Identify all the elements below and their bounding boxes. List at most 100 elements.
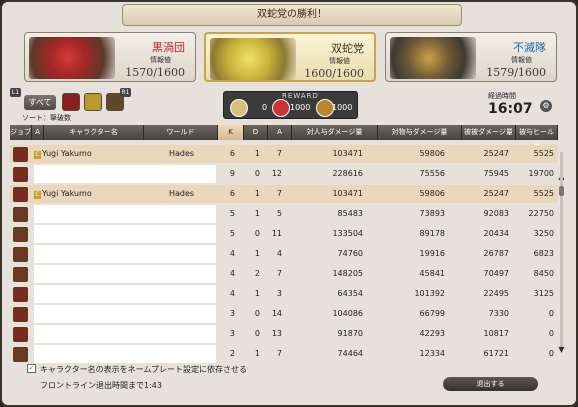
pvp-damage: 104086 (332, 309, 363, 318)
object-damage: 12334 (419, 349, 445, 358)
table-row[interactable]: 3 0 13 91870 42293 10817 0 (10, 325, 558, 343)
col-world[interactable]: ワールド (144, 125, 218, 140)
mark-icon (272, 99, 290, 117)
player-world: Hades (169, 189, 195, 198)
damage-taken: 10817 (483, 329, 509, 338)
filter-all-button[interactable]: すべて (24, 95, 56, 110)
scroll-track[interactable] (560, 152, 563, 347)
scroll-thumb[interactable] (559, 186, 564, 196)
assists: 4 (276, 249, 282, 258)
table-row[interactable]: C Yugi Yakumo Hades 6 1 7 103471 59806 25… (10, 145, 558, 163)
deaths: 2 (254, 269, 260, 278)
col-damage-taken[interactable]: 被被ダメージ量 (462, 125, 516, 140)
kills: 6 (229, 189, 235, 198)
object-damage: 101392 (414, 289, 445, 298)
table-row[interactable]: 9 0 12 228616 75556 75945 19700 (10, 165, 558, 183)
col-assists[interactable]: A (268, 125, 292, 140)
kills: 2 (229, 349, 235, 358)
team-card-maelstrom: 黒渦団 情報値 1570/1600 (24, 32, 196, 82)
healing: 5525 (533, 189, 554, 198)
job-icon (13, 327, 28, 342)
damage-taken: 25247 (483, 149, 509, 158)
exp-icon (230, 99, 248, 117)
healing: 8450 (533, 269, 554, 278)
deaths: 0 (254, 329, 260, 338)
pvp-damage: 74760 (337, 249, 363, 258)
table-row[interactable]: 3 0 14 104086 66799 7330 0 (10, 305, 558, 323)
pvp-damage: 228616 (332, 169, 363, 178)
damage-taken: 92083 (483, 209, 509, 218)
player-name-hidden (34, 265, 216, 283)
kills: 4 (229, 289, 235, 298)
table-row[interactable]: C Yugi Yakumo Hades 6 1 7 103471 59806 25… (10, 185, 558, 203)
nameplate-checkbox[interactable]: ✓ (27, 364, 36, 373)
deaths: 0 (254, 229, 260, 238)
damage-taken: 61721 (483, 349, 509, 358)
maelstrom-emblem-icon (29, 37, 115, 79)
object-damage: 59806 (419, 189, 445, 198)
kills: 9 (229, 169, 235, 178)
object-damage: 75556 (419, 169, 445, 178)
team-score: 1579/1600 (486, 66, 546, 79)
crown-icon: C (34, 151, 41, 159)
table-row[interactable]: 5 1 5 85483 73893 92083 22750 (10, 205, 558, 223)
reward-value-1: 0 (262, 103, 268, 112)
table-row[interactable]: 5 0 11 133504 89178 20434 3250 (10, 225, 558, 243)
table-row[interactable]: 4 1 4 74760 19916 26787 6823 (10, 245, 558, 263)
sort-label: ソート：撃破数 (22, 114, 71, 122)
pvp-damage: 148205 (332, 269, 363, 278)
player-name-hidden (34, 285, 216, 303)
col-job[interactable]: ジョブ (10, 125, 32, 140)
col-healing[interactable]: 被与ヒール量 (516, 125, 558, 151)
player-name: C Yugi Yakumo (34, 149, 92, 159)
assists: 14 (271, 309, 282, 318)
pvp-damage: 103471 (332, 149, 363, 158)
col-object-damage[interactable]: 対物与ダメージ量 (378, 125, 462, 140)
player-name-hidden (34, 165, 216, 183)
deaths: 1 (254, 349, 260, 358)
maelstrom-filter-icon[interactable] (62, 93, 80, 111)
kills: 3 (229, 329, 235, 338)
damage-taken: 70497 (483, 269, 509, 278)
team-score: 1570/1600 (125, 66, 185, 79)
col-character-name[interactable]: キャラクター名 (44, 125, 144, 140)
elapsed-label: 経過時間 (488, 92, 516, 100)
immortal-flames-emblem-icon (390, 37, 476, 79)
team-card-twin-adder: 双蛇党 情報値 1600/1600 (204, 32, 376, 82)
assists: 3 (276, 289, 282, 298)
healing: 22750 (528, 209, 554, 218)
col-deaths[interactable]: D (244, 125, 268, 140)
team-sub-label: 情報値 (511, 56, 532, 64)
elapsed-time: 16:07 (488, 101, 533, 117)
damage-taken: 26787 (483, 249, 509, 258)
col-pvp-damage[interactable]: 対人与ダメージ量 (292, 125, 378, 140)
twin-adder-filter-icon[interactable] (84, 93, 102, 111)
assists: 7 (276, 269, 282, 278)
settings-icon[interactable]: ⚙ (540, 100, 552, 112)
kills: 5 (229, 229, 235, 238)
job-icon (13, 227, 28, 242)
pvp-damage: 85483 (337, 209, 363, 218)
deaths: 0 (254, 309, 260, 318)
healing: 19700 (528, 169, 554, 178)
damage-taken: 25247 (483, 189, 509, 198)
team-card-immortal-flames: 不滅隊 情報値 1579/1600 (385, 32, 557, 82)
crown-icon: C (34, 191, 41, 199)
object-damage: 19916 (419, 249, 445, 258)
leave-timer: フロントライン退出時間まで1:43 (40, 381, 162, 390)
table-row[interactable]: 4 1 3 64354 101392 22495 3125 (10, 285, 558, 303)
team-sub-label: 情報値 (329, 57, 350, 65)
nameplate-checkbox-label: キャラクター名の表示をネームプレート設定に依存させる (40, 365, 247, 374)
object-damage: 89178 (419, 229, 445, 238)
damage-taken: 7330 (488, 309, 509, 318)
healing: 5525 (533, 149, 554, 158)
col-kills[interactable]: K (218, 125, 244, 140)
job-icon (13, 167, 28, 182)
job-icon (13, 287, 28, 302)
exit-button[interactable]: 退出する (443, 377, 538, 391)
scrollbar[interactable]: ▲ ▼ (557, 142, 566, 357)
table-row[interactable]: 2 1 7 74464 12334 61721 0 (10, 345, 558, 363)
table-row[interactable]: 4 2 7 148205 45841 70497 8450 (10, 265, 558, 283)
scroll-down-icon[interactable]: ▼ (557, 345, 566, 354)
col-filter[interactable]: A (32, 125, 44, 140)
